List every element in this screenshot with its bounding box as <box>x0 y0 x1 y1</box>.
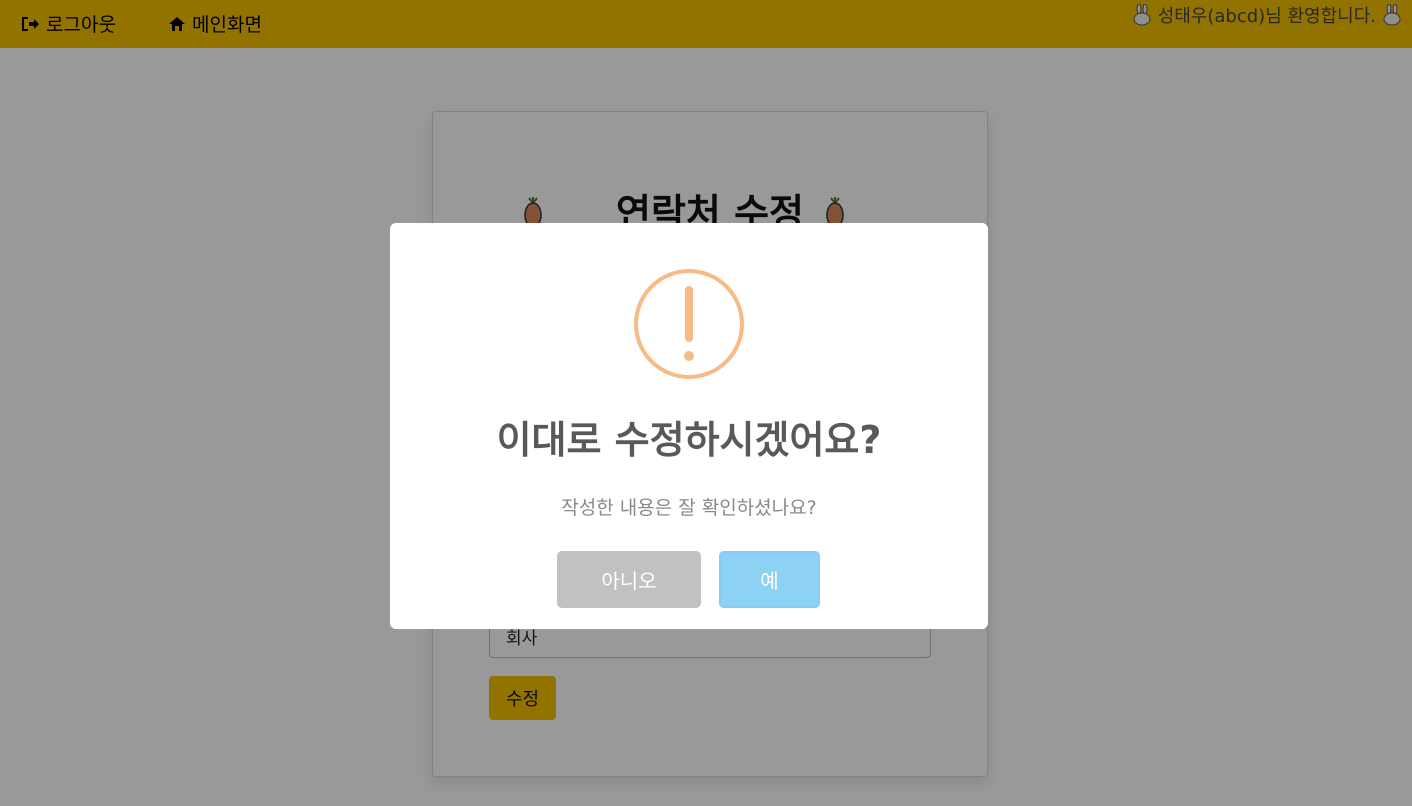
confirm-button[interactable]: 예 <box>719 551 820 608</box>
exclamation-warning-icon <box>634 269 744 379</box>
dialog-title: 이대로 수정하시겠어요? <box>496 418 882 462</box>
confirm-dialog: 이대로 수정하시겠어요? 작성한 내용은 잘 확인하셨나요? 아니오 예 <box>390 223 988 629</box>
cancel-button[interactable]: 아니오 <box>557 551 701 608</box>
dialog-text: 작성한 내용은 잘 확인하셨나요? <box>561 497 817 519</box>
